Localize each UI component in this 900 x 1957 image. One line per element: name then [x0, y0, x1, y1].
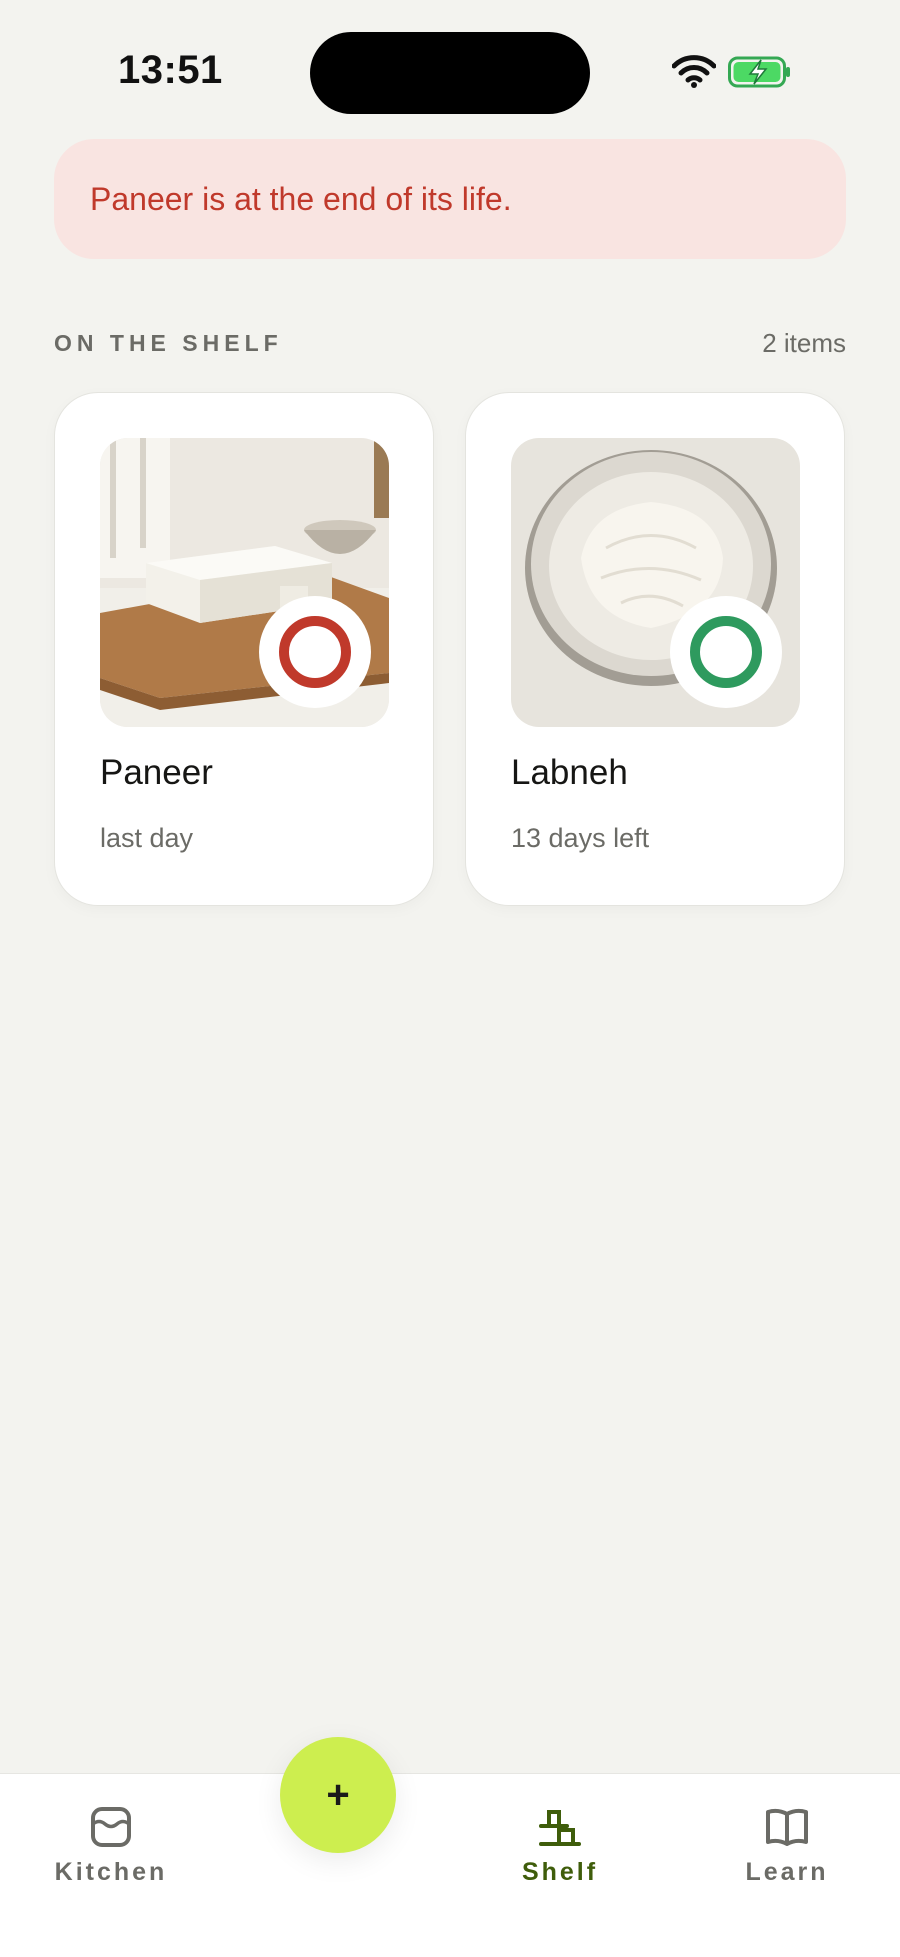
section-header: ON THE SHELF 2 items: [54, 328, 846, 359]
expiry-alert-banner[interactable]: Paneer is at the end of its life.: [54, 139, 846, 259]
section-title: ON THE SHELF: [54, 330, 283, 356]
add-item-button[interactable]: +: [280, 1737, 396, 1853]
tab-label: Learn: [745, 1858, 829, 1886]
kitchen-icon: [91, 1807, 131, 1847]
tab-learn[interactable]: Learn: [697, 1804, 877, 1887]
expiry-status-ring-green: [670, 596, 782, 708]
tab-label: Shelf: [521, 1858, 599, 1886]
item-status: 13 days left: [511, 823, 650, 853]
tab-label: Kitchen: [54, 1858, 168, 1886]
item-status: last day: [100, 823, 194, 853]
tab-bar: Kitchen Shelf Learn: [0, 1773, 900, 1957]
tab-shelf[interactable]: Shelf: [470, 1804, 650, 1887]
expiry-status-ring-red: [259, 596, 371, 708]
tab-kitchen[interactable]: Kitchen: [21, 1804, 201, 1887]
shelf-item-card-paneer[interactable]: Paneer last day: [54, 392, 434, 906]
item-name: Labneh: [511, 753, 628, 792]
shelf-item-card-labneh[interactable]: Labneh 13 days left: [465, 392, 845, 906]
dynamic-island: [310, 32, 590, 114]
status-time: 13:51: [118, 48, 223, 92]
item-count: 2 items: [762, 328, 846, 358]
shelf-icon: [539, 1810, 581, 1846]
book-icon: [766, 1808, 808, 1846]
alert-text: Paneer is at the end of its life.: [90, 180, 512, 217]
shelf-screen: 13:51 Paneer is at the end of its life. …: [0, 0, 900, 1957]
battery-charging-icon: [728, 56, 790, 88]
wifi-icon: [672, 55, 716, 88]
item-name: Paneer: [100, 753, 213, 792]
